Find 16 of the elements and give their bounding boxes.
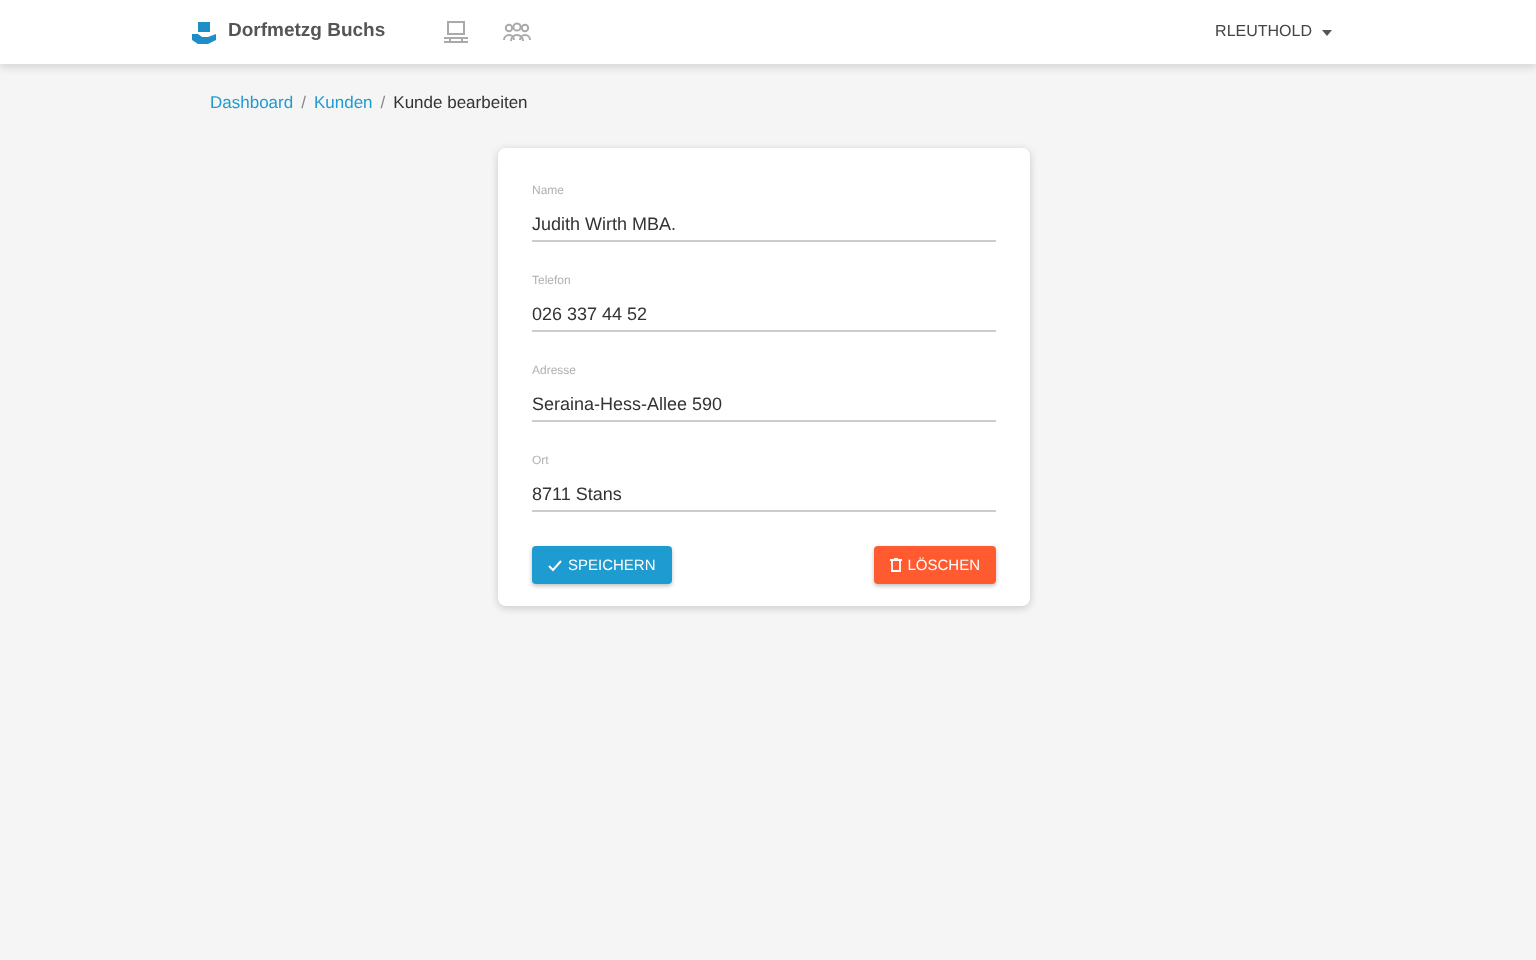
check-icon [548,559,562,571]
breadcrumb-current: Kunde bearbeiten [393,89,528,115]
text-field[interactable]: 8711 Stans [532,476,996,512]
text-field[interactable]: Judith Wirth MBA. [532,206,996,242]
brand-link[interactable]: Dorfmetzg Buchs [192,17,386,47]
group-icon[interactable] [501,21,532,43]
breadcrumb-separator: / [380,89,386,115]
brand-name: Dorfmetzg Buchs [228,17,386,46]
breadcrumb-separator: / [301,89,306,115]
text-field[interactable]: Seraina-Hess-Allee 590 [532,386,996,422]
hand-box-icon [192,20,216,44]
computer-icon[interactable] [441,20,470,44]
trash-icon [889,558,902,572]
text-field[interactable]: 026 337 44 52 [532,296,996,332]
caret-icon [1322,29,1332,35]
user-menu[interactable]: RLEUTHOLD [1215,20,1332,44]
